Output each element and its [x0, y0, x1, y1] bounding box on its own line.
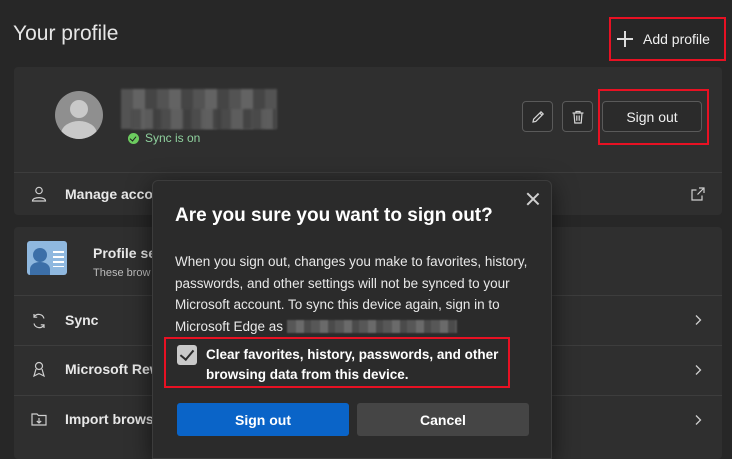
dialog-title: Are you sure you want to sign out?	[175, 205, 493, 226]
chevron-right-icon	[695, 365, 702, 375]
sign-out-button[interactable]: Sign out	[602, 101, 702, 132]
delete-profile-button[interactable]	[562, 101, 593, 132]
pencil-icon	[531, 110, 544, 123]
import-icon	[31, 413, 47, 426]
page-title: Your profile	[13, 22, 119, 45]
dialog-body: When you sign out, changes you make to f…	[175, 251, 535, 337]
clear-data-label[interactable]: Clear favorites, history, passwords, and…	[206, 345, 506, 385]
close-icon[interactable]	[523, 189, 543, 209]
redacted-account-email	[286, 320, 457, 334]
profile-settings-title: Profile se	[93, 245, 157, 261]
avatar	[55, 91, 103, 139]
add-profile-label: Add profile	[643, 31, 710, 47]
add-profile-button[interactable]: Add profile	[609, 17, 726, 61]
sync-icon	[33, 313, 45, 329]
microsoft-rewards-label: Microsoft Rew	[65, 361, 161, 377]
clear-data-checkbox[interactable]	[177, 345, 197, 365]
person-icon	[31, 186, 47, 202]
profile-settings-subtitle: These brow	[93, 267, 151, 279]
cancel-button[interactable]: Cancel	[357, 403, 529, 436]
import-browser-data-label: Import brows	[65, 411, 154, 427]
trash-icon	[572, 110, 583, 124]
redacted-profile-email	[131, 109, 276, 129]
manage-account-label: Manage accou	[65, 186, 162, 202]
edit-profile-button[interactable]	[522, 101, 553, 132]
sync-status: Sync is on	[128, 131, 200, 145]
sign-out-dialog: Are you sure you want to sign out? When …	[152, 180, 552, 459]
chevron-right-icon	[695, 415, 702, 425]
plus-icon	[617, 31, 633, 47]
profile-settings-image	[27, 241, 67, 275]
external-link-icon	[691, 187, 705, 201]
confirm-sign-out-button[interactable]: Sign out	[177, 403, 349, 436]
sync-status-label: Sync is on	[145, 131, 201, 145]
chevron-right-icon	[695, 315, 702, 325]
sync-check-icon	[128, 132, 139, 144]
sync-label: Sync	[65, 312, 99, 328]
trophy-icon	[33, 361, 45, 378]
